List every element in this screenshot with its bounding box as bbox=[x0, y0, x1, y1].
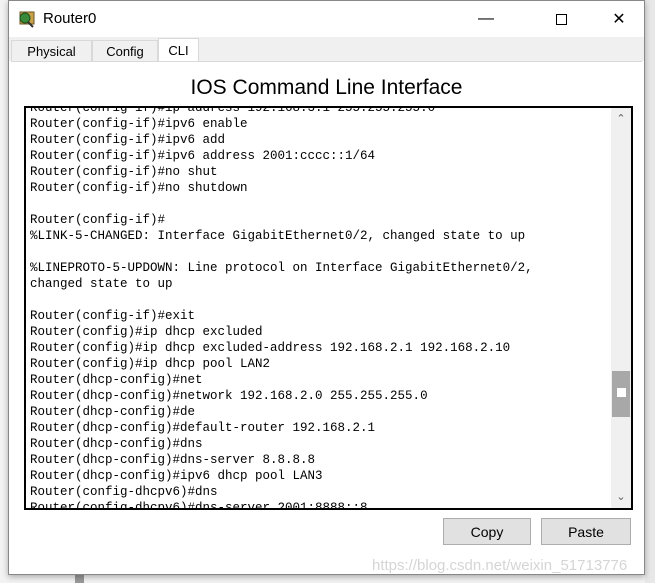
close-button[interactable]: ✕ bbox=[596, 1, 642, 37]
terminal-line: Router(config-if)#no shutdown bbox=[30, 181, 248, 195]
router-window: Router0 — ✕ Physical Config CLI IOS Comm… bbox=[8, 0, 645, 575]
terminal-line: Router(config)#ip dhcp excluded-address … bbox=[30, 341, 511, 355]
maximize-button[interactable] bbox=[538, 1, 584, 37]
terminal-line: %LINK-5-CHANGED: Interface GigabitEthern… bbox=[30, 229, 526, 243]
page-title: IOS Command Line Interface bbox=[190, 76, 463, 99]
scroll-up-icon[interactable]: ⌃ bbox=[611, 110, 631, 128]
terminal-line: Router(dhcp-config)#net bbox=[30, 373, 203, 387]
terminal-line: Router(dhcp-config)#de bbox=[30, 405, 196, 419]
cli-panel: IOS Command Line Interface Router(config… bbox=[11, 61, 642, 574]
terminal-line: Router(config-if)#no shut bbox=[30, 165, 218, 179]
tab-physical[interactable]: Physical bbox=[11, 40, 92, 62]
tab-bar: Physical Config CLI bbox=[9, 37, 644, 62]
terminal-line: Router(config-if)#exit bbox=[30, 309, 196, 323]
terminal-line: Router(dhcp-config)#network 192.168.2.0 … bbox=[30, 389, 428, 403]
background-window bbox=[645, 0, 655, 583]
close-icon: ✕ bbox=[612, 11, 626, 28]
terminal-line: Router(config)#ip dhcp pool LAN2 bbox=[30, 357, 271, 371]
scrollbar-thumb[interactable] bbox=[612, 371, 630, 417]
scroll-down-icon[interactable]: ⌄ bbox=[611, 488, 631, 506]
terminal-line: Router(dhcp-config)#default-router 192.1… bbox=[30, 421, 376, 435]
terminal-line: Router(dhcp-config)#dns-server 8.8.8.8 bbox=[30, 453, 316, 467]
terminal-line: Router(config-if)#ipv6 add bbox=[30, 133, 226, 147]
minimize-icon: — bbox=[478, 10, 494, 27]
tab-cli[interactable]: CLI bbox=[158, 38, 199, 62]
paste-button[interactable]: Paste bbox=[541, 518, 631, 545]
terminal-line: Router(config-dhcpv6)#dns-server 2001:88… bbox=[30, 501, 368, 510]
terminal-line: Router(config-if)#ip address 192.168.3.1… bbox=[30, 106, 436, 115]
terminal-line: Router(config-if)# bbox=[30, 213, 166, 227]
terminal-line: Router(config-dhcpv6)#dns bbox=[30, 485, 218, 499]
copy-button[interactable]: Copy bbox=[443, 518, 531, 545]
tab-label: CLI bbox=[168, 43, 189, 58]
terminal-line: %LINEPROTO-5-UPDOWN: Line protocol on In… bbox=[30, 261, 533, 275]
terminal-line: Router(dhcp-config)#ipv6 dhcp pool LAN3 bbox=[30, 469, 323, 483]
router-icon bbox=[19, 11, 35, 28]
minimize-button[interactable]: — bbox=[463, 1, 509, 37]
tab-config[interactable]: Config bbox=[92, 40, 158, 62]
terminal-output: Router(config-if)#ip address 192.168.3.1… bbox=[30, 106, 533, 510]
vertical-scrollbar[interactable]: ⌃ ⌄ bbox=[611, 108, 631, 508]
terminal-line: Router(config)#ip dhcp excluded bbox=[30, 325, 263, 339]
terminal-line: Router(config-if)#ipv6 enable bbox=[30, 117, 248, 131]
terminal-line: Router(dhcp-config)#dns bbox=[30, 437, 203, 451]
cli-terminal[interactable]: Router(config-if)#ip address 192.168.3.1… bbox=[24, 106, 633, 510]
tab-label: Config bbox=[106, 44, 144, 59]
maximize-icon bbox=[555, 13, 567, 25]
watermark: https://blog.csdn.net/weixin_51713776 bbox=[372, 557, 628, 574]
terminal-line: changed state to up bbox=[30, 277, 173, 291]
title-bar: Router0 — ✕ bbox=[9, 1, 644, 37]
terminal-line: Router(config-if)#ipv6 address 2001:cccc… bbox=[30, 149, 376, 163]
window-title: Router0 bbox=[43, 10, 97, 27]
background-element bbox=[75, 575, 84, 583]
tab-label: Physical bbox=[27, 44, 76, 59]
